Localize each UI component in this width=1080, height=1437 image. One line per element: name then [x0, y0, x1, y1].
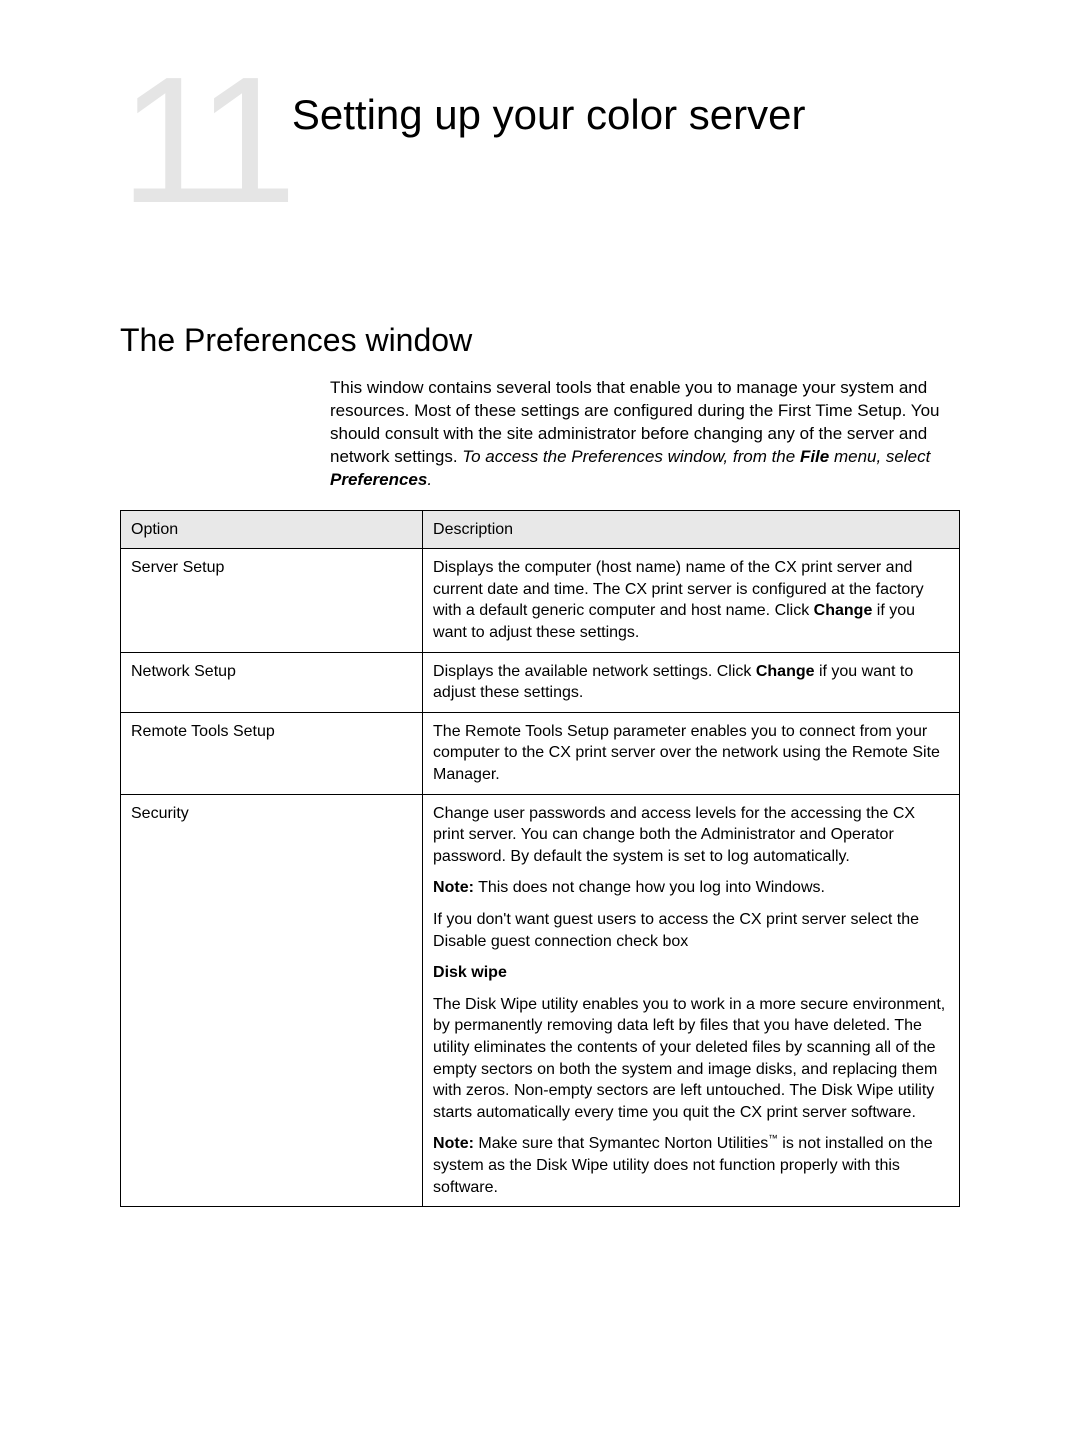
header-description: Description	[423, 510, 960, 549]
chapter-header: 11 Setting up your color server	[120, 60, 960, 222]
trademark-symbol: ™	[768, 1134, 778, 1145]
option-cell: Network Setup	[121, 652, 423, 712]
desc-text-bold: Change	[814, 602, 873, 619]
table-row: Security Change user passwords and acces…	[121, 794, 960, 1207]
note-text: This does not change how you log into Wi…	[474, 879, 825, 896]
note-label: Note:	[433, 879, 474, 896]
security-p3: If you don't want guest users to access …	[433, 909, 949, 952]
option-cell: Server Setup	[121, 549, 423, 652]
table-row: Remote Tools Setup The Remote Tools Setu…	[121, 712, 960, 794]
intro-bold-preferences: Preferences	[330, 470, 427, 489]
chapter-number: 11	[120, 60, 287, 222]
description-cell: Displays the computer (host name) name o…	[423, 549, 960, 652]
intro-italic-1: To access the Preferences window, from t…	[462, 447, 800, 466]
security-p2: Note: This does not change how you log i…	[433, 877, 949, 899]
description-cell: Displays the available network settings.…	[423, 652, 960, 712]
note-label: Note:	[433, 1135, 474, 1152]
option-cell: Remote Tools Setup	[121, 712, 423, 794]
note-text-pre: Make sure that Symantec Norton Utilities	[474, 1135, 768, 1152]
intro-italic-2: menu, select	[829, 447, 930, 466]
security-p5: The Disk Wipe utility enables you to wor…	[433, 994, 949, 1124]
table-header-row: Option Description	[121, 510, 960, 549]
chapter-title: Setting up your color server	[292, 60, 806, 143]
desc-text-bold: Change	[756, 663, 815, 680]
table-row: Network Setup Displays the available net…	[121, 652, 960, 712]
description-cell: The Remote Tools Setup parameter enables…	[423, 712, 960, 794]
description-cell: Change user passwords and access levels …	[423, 794, 960, 1207]
desc-text-pre: Displays the available network settings.…	[433, 663, 756, 680]
intro-italic-3: .	[427, 470, 432, 489]
security-p1: Change user passwords and access levels …	[433, 803, 949, 868]
section-heading: The Preferences window	[120, 322, 960, 359]
disk-wipe-heading: Disk wipe	[433, 962, 949, 984]
table-row: Server Setup Displays the computer (host…	[121, 549, 960, 652]
option-cell: Security	[121, 794, 423, 1207]
preferences-table: Option Description Server Setup Displays…	[120, 510, 960, 1207]
security-p6: Note: Make sure that Symantec Norton Uti…	[433, 1133, 949, 1198]
intro-bold-file: File	[800, 447, 829, 466]
intro-paragraph: This window contains several tools that …	[330, 377, 960, 492]
header-option: Option	[121, 510, 423, 549]
